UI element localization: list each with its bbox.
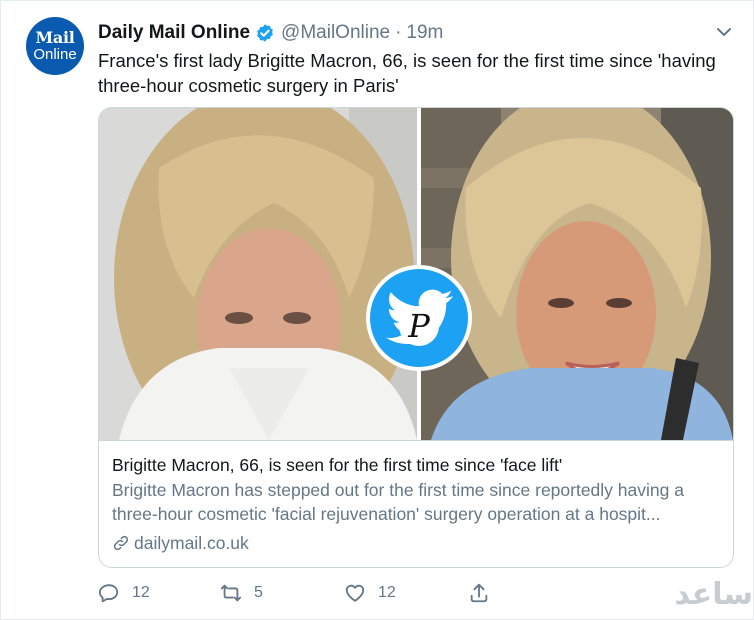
tweet-text: France's first lady Brigitte Macron, 66,… xyxy=(98,50,716,96)
card-body[interactable]: Brigitte Macron, 66, is seen for the fir… xyxy=(99,440,733,554)
retweet-count: 5 xyxy=(254,584,263,601)
card-title: Brigitte Macron, 66, is seen for the fir… xyxy=(112,455,563,475)
card-image[interactable]: P xyxy=(99,108,733,440)
avatar[interactable]: Mail Online xyxy=(26,17,84,75)
card-description: Brigitte Macron has stepped out for the … xyxy=(112,480,684,524)
avatar-logo-line2: Online xyxy=(33,45,77,63)
retweet-button[interactable]: 5 xyxy=(220,581,263,605)
retweet-icon xyxy=(220,584,242,602)
twitter-bird-logo-icon: P xyxy=(366,265,472,371)
link-icon xyxy=(113,535,129,551)
tweet[interactable]: Mail Online Daily Mail Online @MailOnlin… xyxy=(0,0,754,620)
watermark-logo: ساعد نیوز xyxy=(653,569,753,620)
reply-button[interactable]: 12 xyxy=(98,581,150,605)
card-domain[interactable]: dailymail.co.uk xyxy=(112,532,733,554)
card-domain-text: dailymail.co.uk xyxy=(134,533,249,553)
timestamp[interactable]: 19m xyxy=(406,22,443,44)
reply-icon xyxy=(98,584,119,603)
share-icon xyxy=(470,583,488,603)
like-count: 12 xyxy=(378,584,396,601)
link-card[interactable]: P Brigitte Macron, 66, is seen for the f… xyxy=(98,107,734,568)
avatar-logo-line1: Mail xyxy=(35,27,75,47)
heart-icon xyxy=(345,584,365,602)
like-button[interactable]: 12 xyxy=(344,581,396,605)
share-button[interactable] xyxy=(468,581,490,605)
reply-count: 12 xyxy=(132,584,150,601)
author-handle[interactable]: @MailOnline xyxy=(281,22,390,44)
separator-dot: · xyxy=(395,22,402,43)
author-name[interactable]: Daily Mail Online xyxy=(98,22,250,44)
tweet-header: Daily Mail Online @MailOnline · 19m xyxy=(98,21,443,45)
overlay-logo-letter: P xyxy=(407,307,430,345)
chevron-down-icon[interactable] xyxy=(715,25,733,39)
verified-badge-icon xyxy=(257,24,273,42)
watermark-text: ساعد نیوز xyxy=(674,577,753,620)
